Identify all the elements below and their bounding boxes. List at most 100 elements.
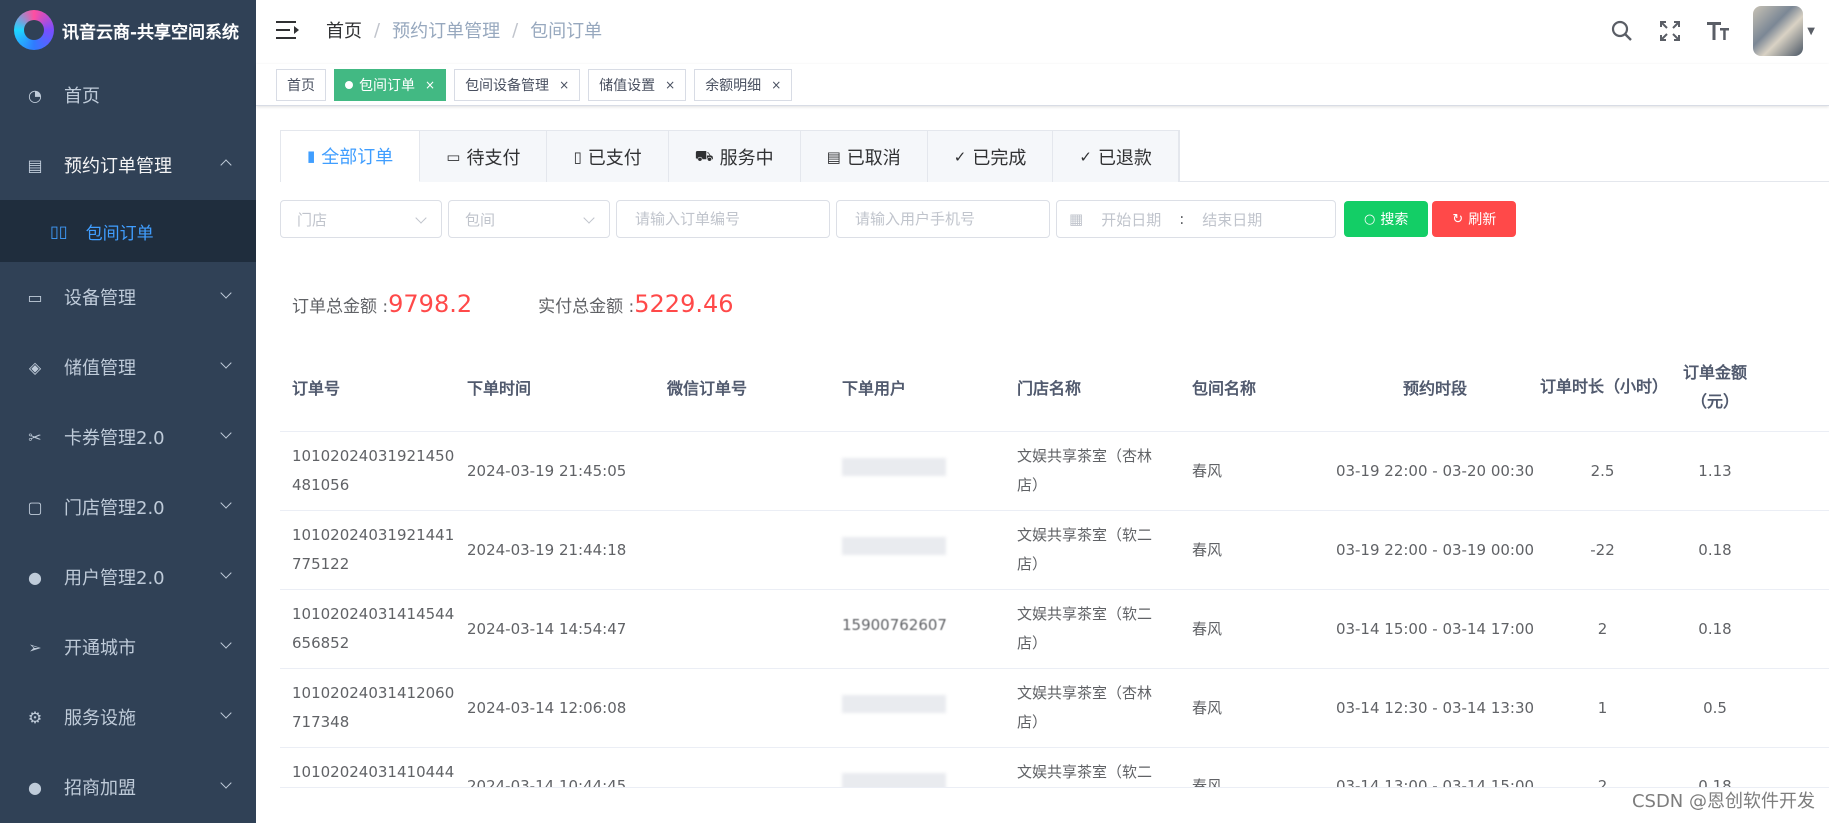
tab-label: 已取消 [846, 147, 901, 169]
chevron-down-icon [583, 212, 595, 224]
table-row[interactable]: 10102024031921450 481056 2024-03-19 21:45… [280, 432, 1829, 511]
tab-label: 待支付 [466, 147, 521, 169]
search-icon: ○ [1364, 211, 1376, 227]
period-cell: 03-19 22:00 - 03-20 00:30 [1335, 461, 1535, 480]
sidebar-item-stored-value[interactable]: ◈ 储值管理 [0, 332, 256, 402]
tab-label: 服务中 [719, 147, 774, 169]
refresh-button[interactable]: ↻ 刷新 [1432, 201, 1517, 237]
watermark: CSDN @恩创软件开发 [1631, 791, 1815, 812]
avatar[interactable] [1753, 6, 1804, 56]
amount-cell: 1.13 [1698, 461, 1732, 480]
period-cell: 03-14 12:30 - 03-14 13:30 [1335, 698, 1535, 717]
column-header: 订单金额（元） [1682, 362, 1747, 411]
sidebar-item-franchise[interactable]: ● 招商加盟 [0, 752, 256, 822]
tab-label: 全部订单 [321, 147, 394, 168]
sidebar-item-room-orders[interactable]: ▯▯ 包间订单 [0, 200, 256, 262]
column-header: 包间名称 [1192, 378, 1257, 398]
order-time-cell: 2024-03-14 12:06:08 [467, 698, 627, 717]
sidebar-item-facilities[interactable]: ⚙ 服务设施 [0, 682, 256, 752]
send-icon: ➢ [28, 637, 42, 657]
close-icon[interactable]: × [771, 78, 781, 92]
tag-room-orders[interactable]: 包间订单 × [334, 68, 447, 101]
amount-cell: 0.18 [1698, 540, 1732, 559]
refresh-icon: ↻ [1452, 211, 1464, 227]
tab-completed[interactable]: ✓ 已完成 [927, 131, 1054, 182]
chevron-up-icon [220, 159, 232, 171]
wallet-icon: ▭ [446, 147, 461, 166]
user-cell: 15900762607 [830, 615, 1005, 644]
tab-paid[interactable]: ▯ 已支付 [547, 131, 669, 182]
active-dot-icon [345, 80, 353, 89]
close-icon[interactable]: × [559, 78, 569, 92]
table-row[interactable]: 10102024031921441 775122 2024-03-19 21:44… [280, 511, 1829, 590]
search-button[interactable]: ○ 搜索 [1344, 201, 1429, 237]
sidebar-item-booking-orders[interactable]: ▤ 预约订单管理 [0, 130, 256, 200]
tab-in-service[interactable]: ⛟ 服务中 [668, 131, 801, 182]
tab-pending-payment[interactable]: ▭ 待支付 [420, 131, 548, 182]
close-icon[interactable]: × [425, 78, 435, 92]
select-placeholder: 门店 [297, 210, 328, 229]
font-size-icon[interactable] [1705, 18, 1731, 44]
calendar-icon: ▭ [27, 287, 43, 307]
order-time-cell: 2024-03-14 14:54:47 [467, 619, 627, 638]
close-icon[interactable]: × [665, 78, 675, 92]
orders-table: 订单号 下单时间 微信订单号 下单用户 门店名称 包间名称 预约时段 订单时长（… [280, 342, 1829, 788]
hours-cell: 2.5 [1590, 461, 1615, 480]
table-row[interactable]: 10102024031412060 717348 2024-03-14 12:06… [280, 669, 1829, 748]
tag-home[interactable]: 首页 [276, 68, 326, 101]
sidebar-item-label: 开通城市 [64, 638, 136, 659]
store-select[interactable]: 门店 [280, 200, 442, 238]
table-row[interactable]: 10102024031410444 2024-03-14 10:44:45 文娱… [280, 748, 1829, 788]
sidebar-item-home[interactable]: ◔ 首页 [0, 60, 256, 130]
date-range-picker[interactable]: ▦ 开始日期 : 结束日期 [1056, 200, 1336, 238]
caret-down-icon[interactable]: ▼ [1807, 26, 1815, 37]
tab-cancelled[interactable]: ▤ 已取消 [800, 131, 928, 182]
sidebar-item-users[interactable]: ● 用户管理2.0 [0, 542, 256, 612]
end-date-placeholder[interactable]: 结束日期 [1202, 209, 1262, 230]
tag-room-devices[interactable]: 包间设备管理 × [454, 68, 581, 101]
breadcrumb-item-booking: 预约订单管理 [392, 21, 501, 42]
order-number-cell: 10102024031921441 775122 [292, 526, 455, 573]
hamburger-icon[interactable] [276, 20, 300, 40]
shop-icon: ▢ [27, 497, 43, 517]
date-separator: : [1179, 210, 1185, 228]
masked-user [842, 457, 946, 476]
top-navbar: 首页 / 预约订单管理 / 包间订单 ▼ [256, 0, 1829, 60]
breadcrumb-item-home[interactable]: 首页 [326, 17, 362, 43]
sidebar-item-cities[interactable]: ➢ 开通城市 [0, 612, 256, 682]
tag-balance-details[interactable]: 余额明细 × [694, 68, 793, 101]
fullscreen-icon[interactable] [1657, 18, 1683, 44]
column-header: 订单号 [292, 378, 341, 398]
sidebar-item-label: 招商加盟 [64, 778, 136, 799]
column-header: 下单时间 [467, 378, 532, 398]
period-cell: 03-19 22:00 - 03-19 00:00 [1335, 540, 1535, 559]
tag-stored-value-settings[interactable]: 储值设置 × [588, 68, 687, 101]
breadcrumb: 首页 / 预约订单管理 / 包间订单 [326, 17, 602, 43]
order-number-cell: 10102024031921450 481056 [292, 447, 455, 494]
start-date-placeholder[interactable]: 开始日期 [1101, 209, 1161, 230]
masked-user [842, 694, 946, 713]
room-select[interactable]: 包间 [448, 200, 610, 238]
chevron-down-icon [220, 287, 232, 299]
order-number-input[interactable] [616, 200, 830, 238]
app-logo[interactable]: 讯音云商-共享空间系统 [0, 0, 256, 60]
tab-refunded[interactable]: ✓ 已退款 [1053, 131, 1179, 182]
store-cell: 文娱共享茶室（杏林 店） [1017, 447, 1153, 494]
calendar-icon: ▦ [1069, 210, 1084, 228]
sidebar-item-devices[interactable]: ▭ 设备管理 [0, 262, 256, 332]
chevron-down-icon [220, 567, 232, 579]
tag-label: 首页 [287, 77, 315, 94]
breadcrumb-separator: / [512, 19, 519, 41]
paid-total-label: 实付总金额 : [538, 297, 635, 317]
sidebar-item-stores[interactable]: ▢ 门店管理2.0 [0, 472, 256, 542]
refresh-button-label: 刷新 [1468, 212, 1497, 228]
user-cell [830, 457, 1005, 486]
sidebar-item-coupons[interactable]: ✂ 卡券管理2.0 [0, 402, 256, 472]
phone-input[interactable] [836, 200, 1050, 238]
hours-cell: 2 [1597, 777, 1608, 788]
filter-bar: 门店 包间 ▦ 开始日期 : 结束日期 ○ 搜索 ↻ 刷新 [280, 200, 1517, 238]
table-row[interactable]: 10102024031414544 656852 2024-03-14 14:54… [280, 590, 1829, 669]
store-cell: 文娱共享茶室（杏林 店） [1017, 684, 1153, 731]
search-icon[interactable] [1609, 18, 1635, 44]
tab-all-orders[interactable]: ▮ 全部订单 [281, 131, 421, 182]
